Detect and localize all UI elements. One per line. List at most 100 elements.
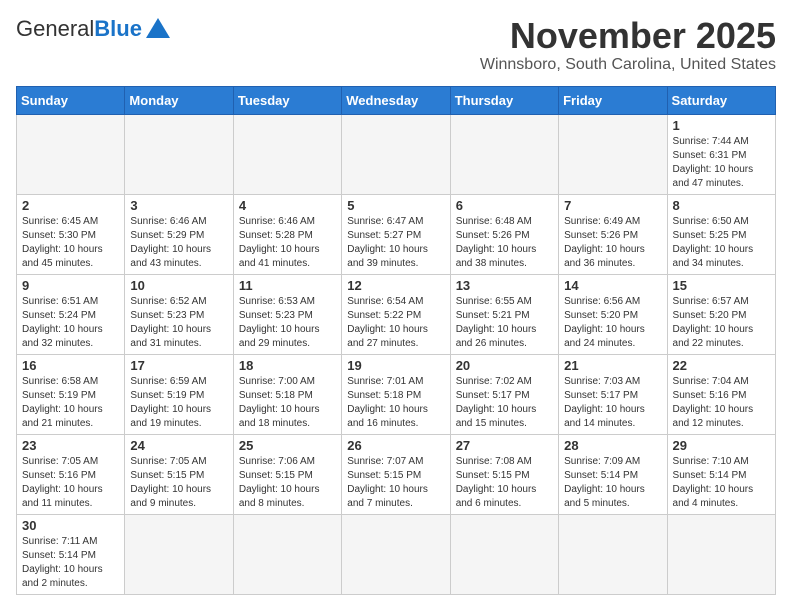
calendar-day-cell: 28 Sunrise: 7:09 AM Sunset: 5:14 PM Dayli… bbox=[559, 434, 667, 514]
calendar-week-row: 23 Sunrise: 7:05 AM Sunset: 5:16 PM Dayli… bbox=[17, 434, 776, 514]
day-number: 3 bbox=[130, 198, 227, 213]
day-info: Sunrise: 7:01 AM Sunset: 5:18 PM Dayligh… bbox=[347, 375, 444, 431]
day-number: 1 bbox=[673, 118, 770, 133]
calendar-day-cell: 12 Sunrise: 6:54 AM Sunset: 5:22 PM Dayli… bbox=[342, 274, 450, 354]
day-number: 28 bbox=[564, 438, 661, 453]
day-info: Sunrise: 7:00 AM Sunset: 5:18 PM Dayligh… bbox=[239, 375, 336, 431]
calendar-day-cell: 23 Sunrise: 7:05 AM Sunset: 5:16 PM Dayli… bbox=[17, 434, 125, 514]
day-info: Sunrise: 7:02 AM Sunset: 5:17 PM Dayligh… bbox=[456, 375, 553, 431]
calendar-day-cell bbox=[233, 114, 341, 194]
day-number: 27 bbox=[456, 438, 553, 453]
day-number: 17 bbox=[130, 358, 227, 373]
day-number: 25 bbox=[239, 438, 336, 453]
logo-general: General bbox=[16, 16, 94, 42]
calendar-day-cell bbox=[559, 514, 667, 594]
day-number: 10 bbox=[130, 278, 227, 293]
day-number: 19 bbox=[347, 358, 444, 373]
calendar-day-header: Sunday bbox=[17, 86, 125, 114]
day-number: 21 bbox=[564, 358, 661, 373]
calendar-day-cell: 9Sunrise: 6:51 AM Sunset: 5:24 PM Daylig… bbox=[17, 274, 125, 354]
calendar-day-cell: 25Sunrise: 7:06 AM Sunset: 5:15 PM Dayli… bbox=[233, 434, 341, 514]
calendar-day-cell: 24 Sunrise: 7:05 AM Sunset: 5:15 PM Dayli… bbox=[125, 434, 233, 514]
day-number: 16 bbox=[22, 358, 119, 373]
day-info: Sunrise: 6:46 AM Sunset: 5:29 PM Dayligh… bbox=[130, 215, 227, 271]
calendar-day-header: Saturday bbox=[667, 86, 775, 114]
calendar-day-cell: 21 Sunrise: 7:03 AM Sunset: 5:17 PM Dayli… bbox=[559, 354, 667, 434]
calendar-day-cell bbox=[342, 514, 450, 594]
calendar-day-cell: 13Sunrise: 6:55 AM Sunset: 5:21 PM Dayli… bbox=[450, 274, 558, 354]
title-block: November 2025 Winnsboro, South Carolina,… bbox=[480, 16, 776, 74]
day-number: 9 bbox=[22, 278, 119, 293]
calendar-day-cell: 30 Sunrise: 7:11 AM Sunset: 5:14 PM Dayli… bbox=[17, 514, 125, 594]
calendar-day-cell bbox=[559, 114, 667, 194]
calendar-week-row: 16 Sunrise: 6:58 AM Sunset: 5:19 PM Dayli… bbox=[17, 354, 776, 434]
day-info: Sunrise: 6:50 AM Sunset: 5:25 PM Dayligh… bbox=[673, 215, 770, 271]
calendar-day-cell: 22Sunrise: 7:04 AM Sunset: 5:16 PM Dayli… bbox=[667, 354, 775, 434]
calendar-day-cell: 17 Sunrise: 6:59 AM Sunset: 5:19 PM Dayli… bbox=[125, 354, 233, 434]
calendar-week-row: 1Sunrise: 7:44 AM Sunset: 6:31 PM Daylig… bbox=[17, 114, 776, 194]
calendar-day-cell: 27Sunrise: 7:08 AM Sunset: 5:15 PM Dayli… bbox=[450, 434, 558, 514]
day-info: Sunrise: 6:55 AM Sunset: 5:21 PM Dayligh… bbox=[456, 295, 553, 351]
day-number: 11 bbox=[239, 278, 336, 293]
calendar-day-cell: 1Sunrise: 7:44 AM Sunset: 6:31 PM Daylig… bbox=[667, 114, 775, 194]
calendar-day-cell: 19 Sunrise: 7:01 AM Sunset: 5:18 PM Dayli… bbox=[342, 354, 450, 434]
day-number: 12 bbox=[347, 278, 444, 293]
calendar-day-cell: 15 Sunrise: 6:57 AM Sunset: 5:20 PM Dayli… bbox=[667, 274, 775, 354]
calendar-day-cell bbox=[125, 114, 233, 194]
calendar-day-cell: 16 Sunrise: 6:58 AM Sunset: 5:19 PM Dayli… bbox=[17, 354, 125, 434]
day-number: 15 bbox=[673, 278, 770, 293]
calendar-day-cell: 8Sunrise: 6:50 AM Sunset: 5:25 PM Daylig… bbox=[667, 194, 775, 274]
day-info: Sunrise: 6:48 AM Sunset: 5:26 PM Dayligh… bbox=[456, 215, 553, 271]
calendar-day-header: Wednesday bbox=[342, 86, 450, 114]
calendar-day-header: Thursday bbox=[450, 86, 558, 114]
day-info: Sunrise: 7:09 AM Sunset: 5:14 PM Dayligh… bbox=[564, 455, 661, 511]
logo: General Blue bbox=[16, 16, 170, 42]
calendar-day-cell: 5Sunrise: 6:47 AM Sunset: 5:27 PM Daylig… bbox=[342, 194, 450, 274]
day-info: Sunrise: 6:47 AM Sunset: 5:27 PM Dayligh… bbox=[347, 215, 444, 271]
calendar-day-cell: 11Sunrise: 6:53 AM Sunset: 5:23 PM Dayli… bbox=[233, 274, 341, 354]
calendar-day-cell: 6 Sunrise: 6:48 AM Sunset: 5:26 PM Daylig… bbox=[450, 194, 558, 274]
day-info: Sunrise: 6:49 AM Sunset: 5:26 PM Dayligh… bbox=[564, 215, 661, 271]
location-subtitle: Winnsboro, South Carolina, United States bbox=[480, 56, 776, 74]
day-info: Sunrise: 6:57 AM Sunset: 5:20 PM Dayligh… bbox=[673, 295, 770, 351]
calendar-week-row: 2 Sunrise: 6:45 AM Sunset: 5:30 PM Daylig… bbox=[17, 194, 776, 274]
calendar-day-cell bbox=[450, 514, 558, 594]
day-info: Sunrise: 7:11 AM Sunset: 5:14 PM Dayligh… bbox=[22, 535, 119, 591]
logo-triangle-icon bbox=[146, 18, 170, 38]
calendar-day-cell: 14 Sunrise: 6:56 AM Sunset: 5:20 PM Dayli… bbox=[559, 274, 667, 354]
page-header: General Blue November 2025 Winnsboro, So… bbox=[16, 16, 776, 74]
day-number: 30 bbox=[22, 518, 119, 533]
day-number: 24 bbox=[130, 438, 227, 453]
day-info: Sunrise: 7:10 AM Sunset: 5:14 PM Dayligh… bbox=[673, 455, 770, 511]
day-info: Sunrise: 6:45 AM Sunset: 5:30 PM Dayligh… bbox=[22, 215, 119, 271]
calendar-day-cell bbox=[342, 114, 450, 194]
logo-blue: Blue bbox=[94, 16, 142, 42]
day-info: Sunrise: 6:54 AM Sunset: 5:22 PM Dayligh… bbox=[347, 295, 444, 351]
calendar-week-row: 30 Sunrise: 7:11 AM Sunset: 5:14 PM Dayli… bbox=[17, 514, 776, 594]
day-number: 23 bbox=[22, 438, 119, 453]
day-number: 22 bbox=[673, 358, 770, 373]
day-number: 18 bbox=[239, 358, 336, 373]
day-info: Sunrise: 7:05 AM Sunset: 5:16 PM Dayligh… bbox=[22, 455, 119, 511]
calendar-table: SundayMondayTuesdayWednesdayThursdayFrid… bbox=[16, 86, 776, 595]
calendar-day-header: Friday bbox=[559, 86, 667, 114]
calendar-day-cell: 20Sunrise: 7:02 AM Sunset: 5:17 PM Dayli… bbox=[450, 354, 558, 434]
calendar-day-cell bbox=[125, 514, 233, 594]
day-info: Sunrise: 6:56 AM Sunset: 5:20 PM Dayligh… bbox=[564, 295, 661, 351]
calendar-day-header: Tuesday bbox=[233, 86, 341, 114]
day-info: Sunrise: 6:58 AM Sunset: 5:19 PM Dayligh… bbox=[22, 375, 119, 431]
day-number: 14 bbox=[564, 278, 661, 293]
calendar-day-cell: 29Sunrise: 7:10 AM Sunset: 5:14 PM Dayli… bbox=[667, 434, 775, 514]
calendar-day-cell: 7Sunrise: 6:49 AM Sunset: 5:26 PM Daylig… bbox=[559, 194, 667, 274]
day-info: Sunrise: 7:03 AM Sunset: 5:17 PM Dayligh… bbox=[564, 375, 661, 431]
day-number: 4 bbox=[239, 198, 336, 213]
calendar-day-cell: 2 Sunrise: 6:45 AM Sunset: 5:30 PM Daylig… bbox=[17, 194, 125, 274]
calendar-day-cell bbox=[450, 114, 558, 194]
day-number: 2 bbox=[22, 198, 119, 213]
calendar-day-header: Monday bbox=[125, 86, 233, 114]
day-info: Sunrise: 7:07 AM Sunset: 5:15 PM Dayligh… bbox=[347, 455, 444, 511]
day-info: Sunrise: 6:59 AM Sunset: 5:19 PM Dayligh… bbox=[130, 375, 227, 431]
day-number: 6 bbox=[456, 198, 553, 213]
calendar-day-cell bbox=[233, 514, 341, 594]
day-info: Sunrise: 7:05 AM Sunset: 5:15 PM Dayligh… bbox=[130, 455, 227, 511]
